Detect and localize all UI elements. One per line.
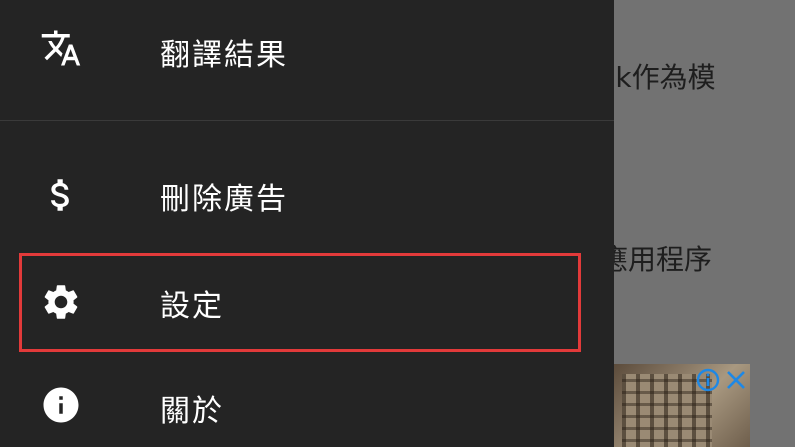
drawer-item-label: 翻譯結果 [160, 38, 288, 73]
ad-info-icon[interactable] [696, 368, 720, 392]
ad-badges [696, 368, 748, 392]
drawer-item-label: 刪除廣告 [160, 182, 288, 217]
drawer-item-label: 設定 [160, 289, 224, 324]
gear-icon [40, 281, 82, 323]
app-screen: ck作為模 應用程序 翻譯結果 刪除廣告 設定 關於 [0, 0, 795, 447]
drawer-item-label: 關於 [160, 394, 224, 429]
drawer-item-settings[interactable]: 設定 [0, 252, 614, 352]
drawer-item-remove-ads[interactable]: 刪除廣告 [0, 140, 614, 240]
dollar-icon [40, 174, 82, 216]
info-icon [40, 384, 82, 426]
background-text-line: 應用程序 [600, 243, 713, 276]
background-text-line: ck作為模 [600, 61, 716, 94]
ad-banner[interactable] [612, 364, 750, 447]
navigation-drawer: 翻譯結果 刪除廣告 設定 關於 [0, 0, 614, 447]
ad-close-icon[interactable] [724, 368, 748, 392]
drawer-item-about[interactable]: 關於 [0, 365, 614, 447]
translate-icon [40, 27, 82, 69]
drawer-item-translation-results[interactable]: 翻譯結果 [0, 0, 614, 100]
drawer-divider [0, 120, 614, 121]
